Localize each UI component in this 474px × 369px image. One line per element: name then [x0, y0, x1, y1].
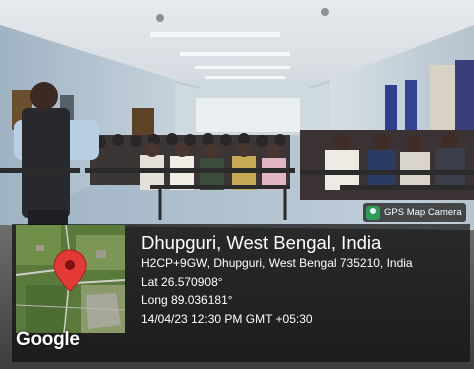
datetime-line: 14/04/23 12:30 PM GMT +05:30 [141, 311, 313, 326]
address-line: H2CP+9GW, Dhupguri, West Bengal 735210, … [141, 256, 413, 270]
location-info: Dhupguri, West Bengal, India H2CP+9GW, D… [141, 232, 413, 328]
latitude-line: Lat 26.570908° [141, 274, 223, 289]
badge-text: GPS Map Camera [384, 207, 462, 218]
gps-camera-badge: GPS Map Camera [363, 203, 466, 222]
gps-map-camera-icon [366, 205, 380, 220]
google-attribution: Google [16, 329, 80, 350]
photo-frame: GPS Map Camera Google Dhupguri, West Ben… [0, 0, 474, 369]
location-title: Dhupguri, West Bengal, India [141, 232, 382, 253]
map-thumbnail [16, 225, 125, 333]
longitude-line: Long 89.036181° [141, 293, 233, 307]
